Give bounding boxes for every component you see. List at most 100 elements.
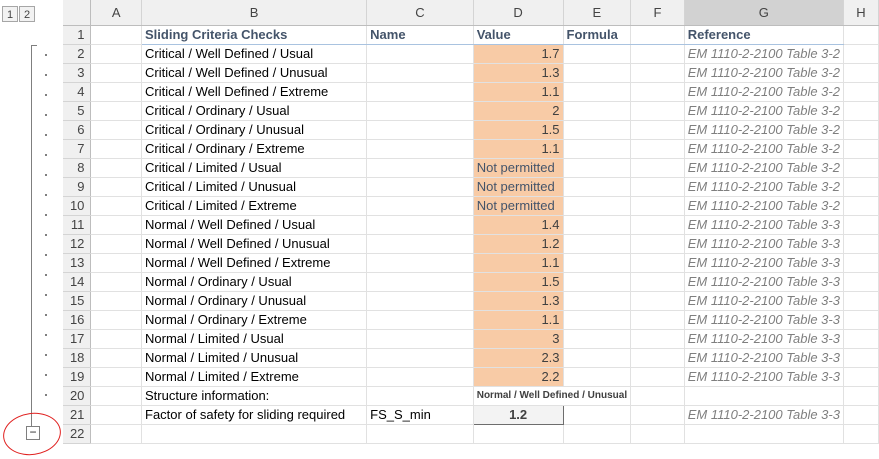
row-header[interactable]: 22 xyxy=(63,424,92,444)
cell-d1-header[interactable]: Value xyxy=(473,25,564,45)
cell-a[interactable] xyxy=(90,348,143,368)
cell-h20[interactable] xyxy=(843,386,879,406)
cell-criteria[interactable]: Normal / Limited / Extreme xyxy=(141,367,368,387)
cell-name[interactable] xyxy=(366,82,474,102)
cell-d20-structure[interactable]: Normal / Well Defined / Unusual xyxy=(473,386,632,406)
cell-reference[interactable]: EM 1110-2-2100 Table 3-2 xyxy=(684,82,844,102)
cell-a[interactable] xyxy=(90,291,143,311)
cell-criteria[interactable]: Normal / Well Defined / Extreme xyxy=(141,253,368,273)
cell-value[interactable]: 2.3 xyxy=(473,348,564,368)
cell-g1-header[interactable]: Reference xyxy=(684,25,844,45)
cell-value[interactable]: 1.1 xyxy=(473,139,564,159)
cell-formula[interactable] xyxy=(563,329,632,349)
cell-b1-header[interactable]: Sliding Criteria Checks xyxy=(141,25,368,45)
cell-a[interactable] xyxy=(90,253,143,273)
cell-name[interactable] xyxy=(366,101,474,121)
cell-h[interactable] xyxy=(843,158,879,178)
cell-a[interactable] xyxy=(90,234,143,254)
cell-h1[interactable] xyxy=(843,25,879,45)
cell-h[interactable] xyxy=(843,120,879,140)
cell-f[interactable] xyxy=(630,253,685,273)
cell-h[interactable] xyxy=(843,310,879,330)
cell-h[interactable] xyxy=(843,215,879,235)
cell-a[interactable] xyxy=(90,272,143,292)
row-header[interactable]: 10 xyxy=(63,196,92,216)
cell-e21[interactable] xyxy=(563,405,632,425)
cell-a[interactable] xyxy=(90,82,143,102)
cell-reference[interactable]: EM 1110-2-2100 Table 3-2 xyxy=(684,139,844,159)
cell-e1-header[interactable]: Formula xyxy=(563,25,632,45)
cell-name[interactable] xyxy=(366,329,474,349)
cell-name[interactable] xyxy=(366,120,474,140)
cell-name[interactable] xyxy=(366,177,474,197)
cell-value[interactable]: 2.2 xyxy=(473,367,564,387)
row-header[interactable]: 2 xyxy=(63,44,92,64)
cell-name[interactable] xyxy=(366,348,474,368)
cell-f[interactable] xyxy=(630,310,685,330)
cell-value[interactable]: 1.7 xyxy=(473,44,564,64)
cell-name[interactable] xyxy=(366,139,474,159)
cell-b22[interactable] xyxy=(141,424,368,444)
cell-a[interactable] xyxy=(90,63,143,83)
cell-a[interactable] xyxy=(90,196,143,216)
cell-formula[interactable] xyxy=(563,120,632,140)
cell-d22[interactable] xyxy=(473,424,564,444)
cell-name[interactable] xyxy=(366,158,474,178)
cell-a20[interactable] xyxy=(90,386,143,406)
row-header[interactable]: 20 xyxy=(63,386,92,406)
cell-f21[interactable] xyxy=(630,405,685,425)
cell-h[interactable] xyxy=(843,63,879,83)
cell-value[interactable]: 3 xyxy=(473,329,564,349)
cell-f[interactable] xyxy=(630,348,685,368)
cell-a[interactable] xyxy=(90,120,143,140)
cell-h[interactable] xyxy=(843,272,879,292)
cell-f[interactable] xyxy=(630,63,685,83)
row-header[interactable]: 17 xyxy=(63,329,92,349)
cell-criteria[interactable]: Critical / Well Defined / Unusual xyxy=(141,63,368,83)
row-header[interactable]: 12 xyxy=(63,234,92,254)
cell-c21-name[interactable]: FS_S_min xyxy=(366,405,474,425)
cell-e22[interactable] xyxy=(563,424,632,444)
cell-name[interactable] xyxy=(366,291,474,311)
cell-g21-reference[interactable]: EM 1110-2-2100 Table 3-3 xyxy=(684,405,844,425)
cell-a22[interactable] xyxy=(90,424,143,444)
cell-value[interactable]: 1.5 xyxy=(473,272,564,292)
cell-name[interactable] xyxy=(366,310,474,330)
column-header-h[interactable]: H xyxy=(843,0,879,26)
cell-h[interactable] xyxy=(843,177,879,197)
cell-reference[interactable]: EM 1110-2-2100 Table 3-2 xyxy=(684,63,844,83)
cell-value[interactable]: 1.2 xyxy=(473,234,564,254)
cell-f[interactable] xyxy=(630,82,685,102)
cell-formula[interactable] xyxy=(563,82,632,102)
row-header[interactable]: 21 xyxy=(63,405,92,425)
cell-criteria[interactable]: Critical / Ordinary / Extreme xyxy=(141,139,368,159)
cell-formula[interactable] xyxy=(563,348,632,368)
column-header-a[interactable]: A xyxy=(90,0,143,26)
cell-reference[interactable]: EM 1110-2-2100 Table 3-3 xyxy=(684,367,844,387)
cell-f[interactable] xyxy=(630,329,685,349)
cell-reference[interactable]: EM 1110-2-2100 Table 3-2 xyxy=(684,44,844,64)
cell-criteria[interactable]: Critical / Ordinary / Usual xyxy=(141,101,368,121)
row-header[interactable]: 18 xyxy=(63,348,92,368)
cell-g22[interactable] xyxy=(684,424,844,444)
cell-g20[interactable] xyxy=(684,386,844,406)
cell-f[interactable] xyxy=(630,196,685,216)
cell-formula[interactable] xyxy=(563,177,632,197)
cell-criteria[interactable]: Critical / Limited / Unusual xyxy=(141,177,368,197)
cell-f[interactable] xyxy=(630,367,685,387)
cell-a[interactable] xyxy=(90,139,143,159)
cell-reference[interactable]: EM 1110-2-2100 Table 3-3 xyxy=(684,272,844,292)
cell-f[interactable] xyxy=(630,120,685,140)
cell-reference[interactable]: EM 1110-2-2100 Table 3-3 xyxy=(684,329,844,349)
row-header[interactable]: 9 xyxy=(63,177,92,197)
row-header[interactable]: 5 xyxy=(63,101,92,121)
cell-formula[interactable] xyxy=(563,253,632,273)
cell-f[interactable] xyxy=(630,215,685,235)
cell-name[interactable] xyxy=(366,367,474,387)
column-header-d[interactable]: D xyxy=(473,0,564,26)
cell-f[interactable] xyxy=(630,234,685,254)
cell-name[interactable] xyxy=(366,63,474,83)
cell-a[interactable] xyxy=(90,158,143,178)
cell-a[interactable] xyxy=(90,310,143,330)
cell-formula[interactable] xyxy=(563,139,632,159)
